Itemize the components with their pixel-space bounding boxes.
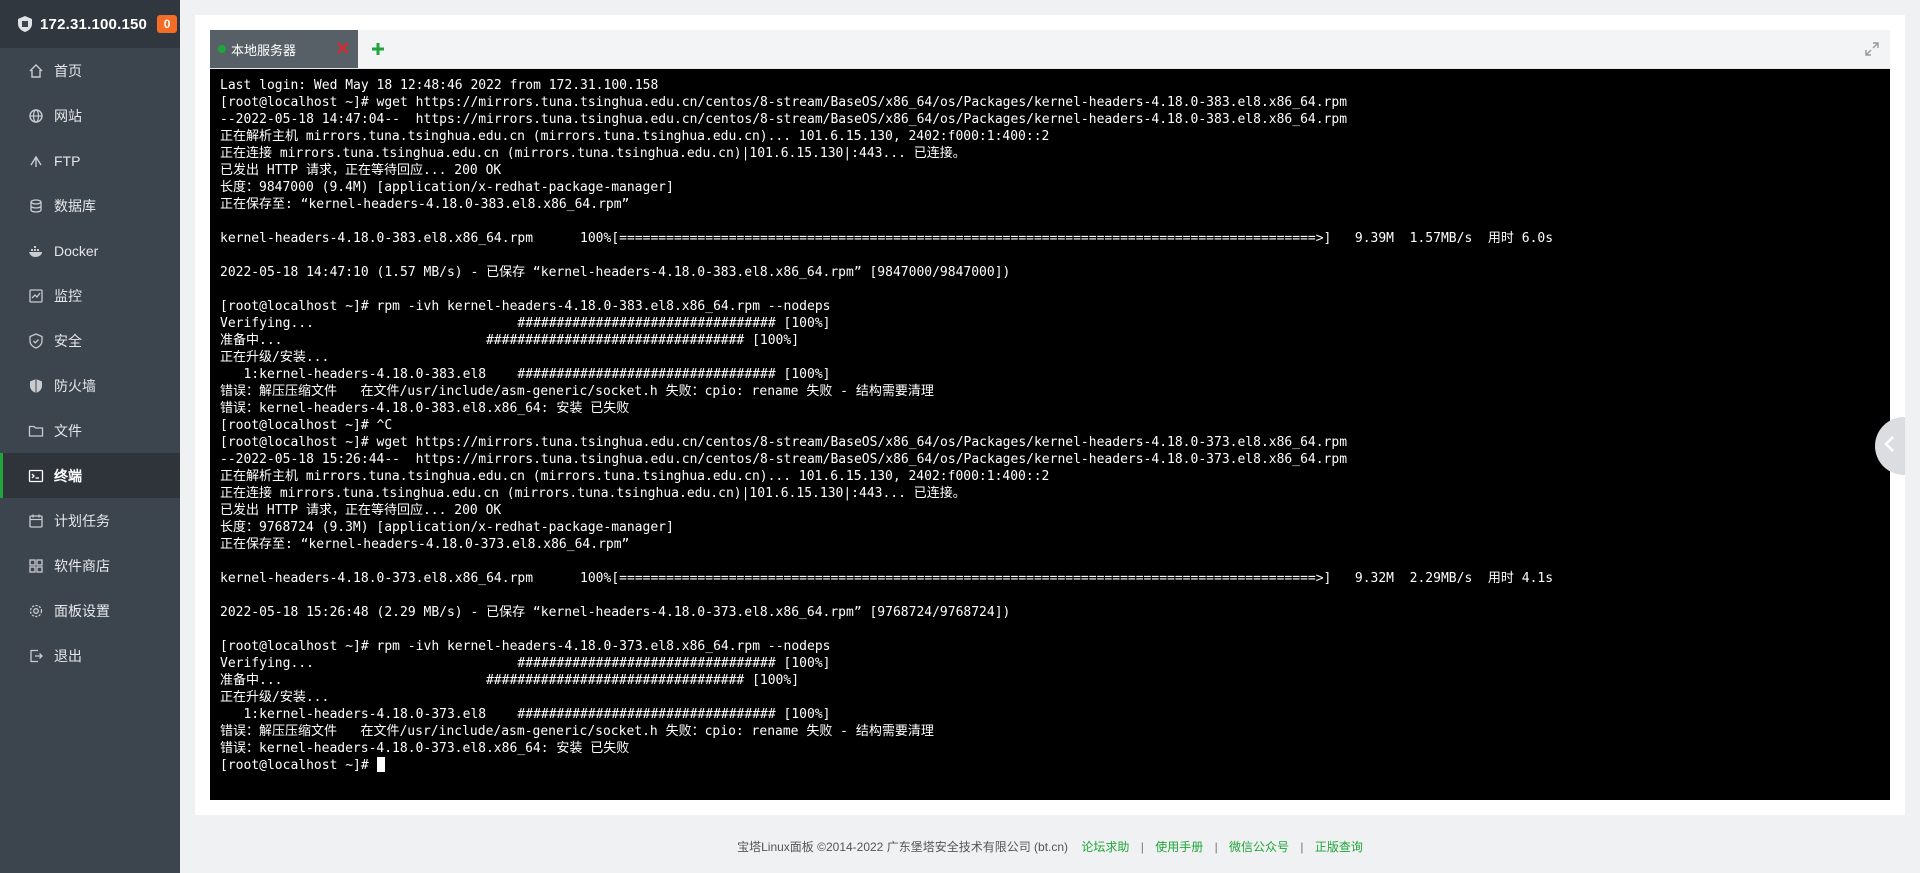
- terminal-line: 错误：解压压缩文件 在文件/usr/include/asm-generic/so…: [220, 724, 934, 739]
- terminal-icon: [28, 468, 44, 484]
- terminal-line: [root@localhost ~]# wget https://mirrors…: [220, 435, 1348, 450]
- terminal-line: 1:kernel-headers-4.18.0-373.el8 ########…: [220, 707, 831, 722]
- sidebar-item-logout[interactable]: 退出: [0, 633, 180, 678]
- home-icon: [28, 63, 44, 79]
- terminal-line: 正在升级/安装...: [220, 690, 330, 705]
- chevron-left-icon: [1883, 435, 1897, 458]
- terminal-tabbar: 本地服务器: [210, 30, 1890, 69]
- sidebar-item-docker[interactable]: Docker: [0, 228, 180, 273]
- sidebar-item-home[interactable]: 首页: [0, 48, 180, 93]
- terminal-line: 长度：9847000 (9.4M) [application/x-redhat-…: [220, 180, 674, 195]
- terminal-line: --2022-05-18 14:47:04-- https://mirrors.…: [220, 112, 1348, 127]
- footer: 宝塔Linux面板 ©2014-2022 广东堡塔安全技术有限公司 (bt.cn…: [180, 838, 1920, 855]
- terminal-prompt: [root@localhost ~]#: [220, 758, 377, 773]
- terminal-cursor: [376, 757, 385, 772]
- terminal-line: 正在升级/安装...: [220, 350, 330, 365]
- terminal-line: 1:kernel-headers-4.18.0-383.el8 ########…: [220, 367, 831, 382]
- footer-link-forum[interactable]: 论坛求助: [1081, 840, 1129, 854]
- terminal-line: 2022-05-18 14:47:10 (1.57 MB/s) - 已保存 “k…: [220, 265, 1011, 280]
- terminal-line: 正在解析主机 mirrors.tuna.tsinghua.edu.cn (mir…: [220, 469, 1050, 484]
- terminal-prompt-line: [root@localhost ~]#: [220, 757, 1880, 774]
- terminal-line: Verifying... ###########################…: [220, 316, 831, 331]
- notification-badge[interactable]: 0: [157, 15, 178, 33]
- terminal-line: Last login: Wed May 18 12:48:46 2022 fro…: [220, 78, 659, 93]
- sidebar-item-monitor[interactable]: 监控: [0, 273, 180, 318]
- sidebar-item-ftp[interactable]: FTP: [0, 138, 180, 183]
- footer-link-manual[interactable]: 使用手册: [1155, 840, 1203, 854]
- terminal-line: 错误：kernel-headers-4.18.0-383.el8.x86_64:…: [220, 401, 630, 416]
- footer-separator: |: [1214, 840, 1218, 854]
- footer-link-license[interactable]: 正版查询: [1315, 840, 1363, 854]
- footer-separator: |: [1140, 840, 1144, 854]
- logout-icon: [28, 648, 44, 664]
- footer-separator: |: [1300, 840, 1304, 854]
- terminal-line: Verifying... ###########################…: [220, 656, 831, 671]
- terminal-line: kernel-headers-4.18.0-373.el8.x86_64.rpm…: [220, 571, 1554, 586]
- terminal-line: kernel-headers-4.18.0-383.el8.x86_64.rpm…: [220, 231, 1554, 246]
- apps-icon: [28, 558, 44, 574]
- terminal-window: 本地服务器 Last login: Wed May 18 12:48:46 20…: [210, 30, 1890, 800]
- sidebar-item-terminal[interactable]: 终端: [0, 453, 180, 498]
- server-ip: 172.31.100.150: [40, 15, 148, 33]
- firewall-icon: [28, 378, 44, 394]
- sidebar-item-firewall[interactable]: 防火墙: [0, 363, 180, 408]
- terminal-line: 错误：kernel-headers-4.18.0-373.el8.x86_64:…: [220, 741, 630, 756]
- server-shield-icon: [16, 15, 34, 33]
- terminal-line: 正在解析主机 mirrors.tuna.tsinghua.edu.cn (mir…: [220, 129, 1050, 144]
- server-header: 172.31.100.150 0: [0, 0, 180, 48]
- terminal-line: 已发出 HTTP 请求，正在等待回应... 200 OK: [220, 163, 502, 178]
- sidebar: 172.31.100.150 0 首页 网站 FTP 数据库 Docker 监控…: [0, 0, 180, 873]
- terminal-lines: Last login: Wed May 18 12:48:46 2022 fro…: [220, 77, 1880, 757]
- folder-icon: [28, 423, 44, 439]
- sidebar-nav: 首页 网站 FTP 数据库 Docker 监控 安全 防火墙 文件 终端 计划任…: [0, 48, 180, 678]
- close-icon[interactable]: [336, 41, 350, 55]
- fullscreen-icon[interactable]: [1864, 41, 1880, 57]
- terminal-line: 正在连接 mirrors.tuna.tsinghua.edu.cn (mirro…: [220, 486, 966, 501]
- terminal-line: [root@localhost ~]# rpm -ivh kernel-head…: [220, 639, 831, 654]
- terminal-line: 准备中... #################################…: [220, 333, 800, 348]
- terminal-panel: 本地服务器 Last login: Wed May 18 12:48:46 20…: [195, 15, 1905, 815]
- sidebar-item-settings[interactable]: 面板设置: [0, 588, 180, 633]
- shield-check-icon: [28, 332, 44, 349]
- terminal-line: [root@localhost ~]# rpm -ivh kernel-head…: [220, 299, 831, 314]
- sidebar-item-security[interactable]: 安全: [0, 318, 180, 363]
- terminal-line: [root@localhost ~]# ^C: [220, 418, 393, 433]
- ftp-icon: [28, 153, 44, 169]
- tab-local-server[interactable]: 本地服务器: [210, 30, 358, 68]
- connection-status-dot: [218, 45, 226, 53]
- add-tab-icon[interactable]: [370, 41, 386, 57]
- terminal-line: 已发出 HTTP 请求，正在等待回应... 200 OK: [220, 503, 502, 518]
- sidebar-item-website[interactable]: 网站: [0, 93, 180, 138]
- terminal-output[interactable]: Last login: Wed May 18 12:48:46 2022 fro…: [210, 69, 1890, 800]
- terminal-line: [root@localhost ~]# wget https://mirrors…: [220, 95, 1348, 110]
- globe-icon: [28, 108, 44, 124]
- sidebar-item-database[interactable]: 数据库: [0, 183, 180, 228]
- gear-icon: [28, 603, 44, 619]
- sidebar-item-cron[interactable]: 计划任务: [0, 498, 180, 543]
- terminal-line: 长度：9768724 (9.3M) [application/x-redhat-…: [220, 520, 674, 535]
- tab-label: 本地服务器: [231, 42, 297, 58]
- sidebar-item-files[interactable]: 文件: [0, 408, 180, 453]
- docker-icon: [28, 243, 44, 259]
- terminal-line: 正在保存至: “kernel-headers-4.18.0-373.el8.x8…: [220, 537, 630, 552]
- terminal-line: --2022-05-18 15:26:44-- https://mirrors.…: [220, 452, 1348, 467]
- main-content: 本地服务器 Last login: Wed May 18 12:48:46 20…: [180, 0, 1920, 873]
- terminal-line: 正在连接 mirrors.tuna.tsinghua.edu.cn (mirro…: [220, 146, 966, 161]
- database-icon: [28, 198, 44, 214]
- footer-copyright: 宝塔Linux面板 ©2014-2022 广东堡塔安全技术有限公司 (bt.cn…: [737, 840, 1069, 854]
- terminal-line: 2022-05-18 15:26:48 (2.29 MB/s) - 已保存 “k…: [220, 605, 1011, 620]
- footer-link-wechat[interactable]: 微信公众号: [1229, 840, 1289, 854]
- terminal-line: 错误：解压压缩文件 在文件/usr/include/asm-generic/so…: [220, 384, 934, 399]
- terminal-line: 准备中... #################################…: [220, 673, 800, 688]
- calendar-icon: [28, 513, 44, 529]
- terminal-line: 正在保存至: “kernel-headers-4.18.0-383.el8.x8…: [220, 197, 630, 212]
- sidebar-item-app-store[interactable]: 软件商店: [0, 543, 180, 588]
- monitor-icon: [28, 288, 44, 304]
